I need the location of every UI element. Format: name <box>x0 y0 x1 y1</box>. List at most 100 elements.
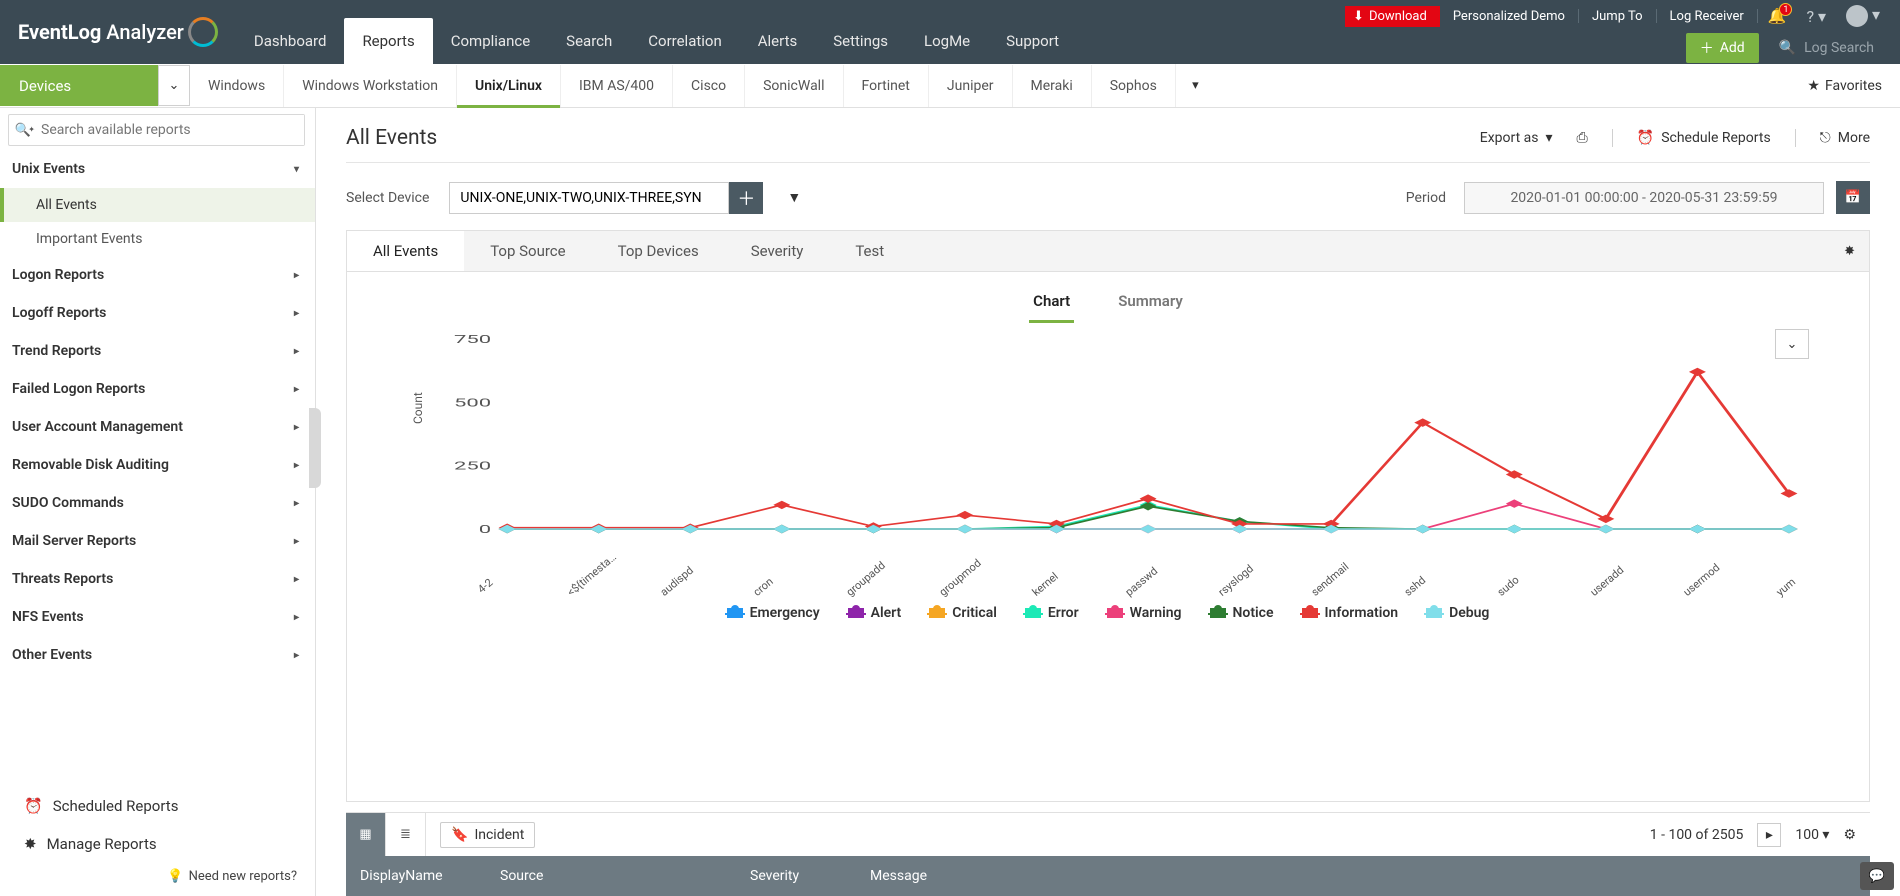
device-input[interactable] <box>449 182 729 214</box>
chart-tab-summary[interactable]: Summary <box>1114 286 1187 323</box>
chevron-right-icon: ▸ <box>294 384 299 395</box>
sidebar-search-input[interactable] <box>37 115 304 145</box>
calendar-button[interactable]: 📅 <box>1836 181 1870 214</box>
legend-marker-icon <box>727 608 743 618</box>
topnav-tab-support[interactable]: Support <box>988 18 1077 64</box>
download-button[interactable]: ⬇ Download <box>1345 6 1440 27</box>
select-device-label: Select Device <box>346 190 429 206</box>
tree-group-logon-reports[interactable]: Logon Reports▸ <box>0 256 315 294</box>
tree-group-sudo-commands[interactable]: SUDO Commands▸ <box>0 484 315 522</box>
subnav-item-sophos[interactable]: Sophos <box>1092 65 1175 107</box>
tree-item-important-events[interactable]: Important Events <box>0 222 315 256</box>
sidebar-search[interactable]: 🔍✦ <box>8 114 305 146</box>
subnav-item-windows[interactable]: Windows <box>190 65 284 107</box>
subnav-item-ibm-as-400[interactable]: IBM AS/400 <box>561 65 673 107</box>
topnav-tab-dashboard[interactable]: Dashboard <box>236 18 345 64</box>
devices-dropdown-toggle[interactable]: ⌄ <box>158 65 190 106</box>
column-source[interactable]: Source <box>500 868 750 884</box>
topnav-tab-settings[interactable]: Settings <box>815 18 906 64</box>
grid-view-toggle[interactable]: ▦ <box>346 813 386 857</box>
legend-item-critical[interactable]: Critical <box>929 605 997 621</box>
incident-button[interactable]: 🔖Incident <box>440 822 535 848</box>
column-displayname[interactable]: DisplayName <box>360 868 500 884</box>
page-size-dropdown[interactable]: 100 ▾ <box>1795 827 1829 843</box>
chart-x-label: yum <box>1774 576 1798 599</box>
log-search-link[interactable]: 🔍Log Search <box>1769 40 1892 56</box>
manage-reports-link[interactable]: ✸Manage Reports <box>0 825 315 863</box>
subnav-item-windows-workstation[interactable]: Windows Workstation <box>284 65 457 107</box>
tree-group-unix-events[interactable]: Unix Events▾ <box>0 150 315 188</box>
legend-item-emergency[interactable]: Emergency <box>727 605 820 621</box>
gear-icon: ✸ <box>24 835 37 853</box>
filter-icon[interactable]: ▼ <box>777 189 811 206</box>
column-severity[interactable]: Severity <box>750 868 870 884</box>
chart-options-button[interactable]: ⌄ <box>1775 329 1809 359</box>
report-settings-icon[interactable]: ✸ <box>1830 244 1869 259</box>
page-next-button[interactable]: ▸ <box>1757 823 1781 847</box>
subnav-item-cisco[interactable]: Cisco <box>673 65 745 107</box>
column-message[interactable]: Message <box>870 868 1856 884</box>
tree-group-other-events[interactable]: Other Events▸ <box>0 636 315 674</box>
report-tab-all-events[interactable]: All Events <box>347 231 464 271</box>
period-input[interactable] <box>1464 182 1824 214</box>
tree-group-user-account-management[interactable]: User Account Management▸ <box>0 408 315 446</box>
report-tab-severity[interactable]: Severity <box>725 231 830 271</box>
subnav-more[interactable]: ▾ <box>1175 64 1215 107</box>
tree-group-trend-reports[interactable]: Trend Reports▸ <box>0 332 315 370</box>
legend-item-debug[interactable]: Debug <box>1426 605 1489 621</box>
legend-item-alert[interactable]: Alert <box>848 605 902 621</box>
log-receiver-link[interactable]: Log Receiver <box>1657 9 1757 24</box>
topnav-tab-reports[interactable]: Reports <box>344 18 432 64</box>
tree-group-threats-reports[interactable]: Threats Reports▸ <box>0 560 315 598</box>
topnav-tab-logme[interactable]: LogMe <box>906 18 988 64</box>
topnav-tab-alerts[interactable]: Alerts <box>740 18 816 64</box>
report-tab-top-devices[interactable]: Top Devices <box>592 231 725 271</box>
report-tab-top-source[interactable]: Top Source <box>464 231 591 271</box>
chevron-right-icon: ▸ <box>294 498 299 509</box>
chart-x-label: sudo <box>1495 576 1519 599</box>
devices-button[interactable]: Devices <box>0 65 158 106</box>
topnav-tab-correlation[interactable]: Correlation <box>630 18 740 64</box>
tree-group-logoff-reports[interactable]: Logoff Reports▸ <box>0 294 315 332</box>
user-menu[interactable]: ▾ <box>1836 5 1890 27</box>
personalized-demo-link[interactable]: Personalized Demo <box>1440 9 1578 24</box>
chat-icon[interactable]: 💬 <box>1860 862 1894 890</box>
need-new-reports[interactable]: 💡Need new reports? <box>0 863 315 884</box>
tree-group-nfs-events[interactable]: NFS Events▸ <box>0 598 315 636</box>
export-as-dropdown[interactable]: Export as ▾ <box>1480 130 1553 146</box>
add-button[interactable]: ＋Add <box>1686 33 1759 63</box>
schedule-reports-link[interactable]: ⏰Schedule Reports <box>1637 130 1771 146</box>
more-menu[interactable]: ⎋More <box>1820 130 1870 146</box>
tree-group-removable-disk-auditing[interactable]: Removable Disk Auditing▸ <box>0 446 315 484</box>
subnav-item-meraki[interactable]: Meraki <box>1013 65 1092 107</box>
favorites-link[interactable]: Favorites <box>1807 64 1882 108</box>
device-add-button[interactable]: ＋ <box>729 182 763 214</box>
tree-group-failed-logon-reports[interactable]: Failed Logon Reports▸ <box>0 370 315 408</box>
subnav-item-fortinet[interactable]: Fortinet <box>844 65 929 107</box>
legend-item-information[interactable]: Information <box>1302 605 1399 621</box>
legend-item-notice[interactable]: Notice <box>1210 605 1274 621</box>
notifications-bell-icon[interactable]: 🔔1 <box>1758 7 1797 25</box>
save-view-icon[interactable]: ⎙ <box>1577 130 1588 146</box>
jump-to-link[interactable]: Jump To <box>1579 9 1656 24</box>
sidebar-collapse-handle[interactable] <box>309 408 321 488</box>
legend-marker-icon <box>929 608 945 618</box>
chart-tab-chart[interactable]: Chart <box>1029 286 1074 323</box>
scheduled-reports-link[interactable]: ⏰Scheduled Reports <box>0 787 315 825</box>
topnav-tab-compliance[interactable]: Compliance <box>433 18 548 64</box>
chevron-down-icon: ⌄ <box>1787 337 1798 352</box>
subnav-item-sonicwall[interactable]: SonicWall <box>745 65 843 107</box>
topnav-tab-search[interactable]: Search <box>548 18 630 64</box>
legend-item-error[interactable]: Error <box>1025 605 1079 621</box>
legend-marker-icon <box>1210 608 1226 618</box>
column-settings-icon[interactable]: ⚙ <box>1843 827 1856 843</box>
subnav-item-juniper[interactable]: Juniper <box>929 65 1013 107</box>
legend-item-warning[interactable]: Warning <box>1107 605 1182 621</box>
list-view-toggle[interactable]: ≣ <box>386 813 426 857</box>
caret-down-icon: ▾ <box>1546 130 1553 146</box>
tree-item-all-events[interactable]: All Events <box>0 188 315 222</box>
tree-group-mail-server-reports[interactable]: Mail Server Reports▸ <box>0 522 315 560</box>
report-tab-test[interactable]: Test <box>829 231 910 271</box>
help-dropdown[interactable]: ? ▾ <box>1796 7 1836 26</box>
subnav-item-unix-linux[interactable]: Unix/Linux <box>457 65 561 107</box>
